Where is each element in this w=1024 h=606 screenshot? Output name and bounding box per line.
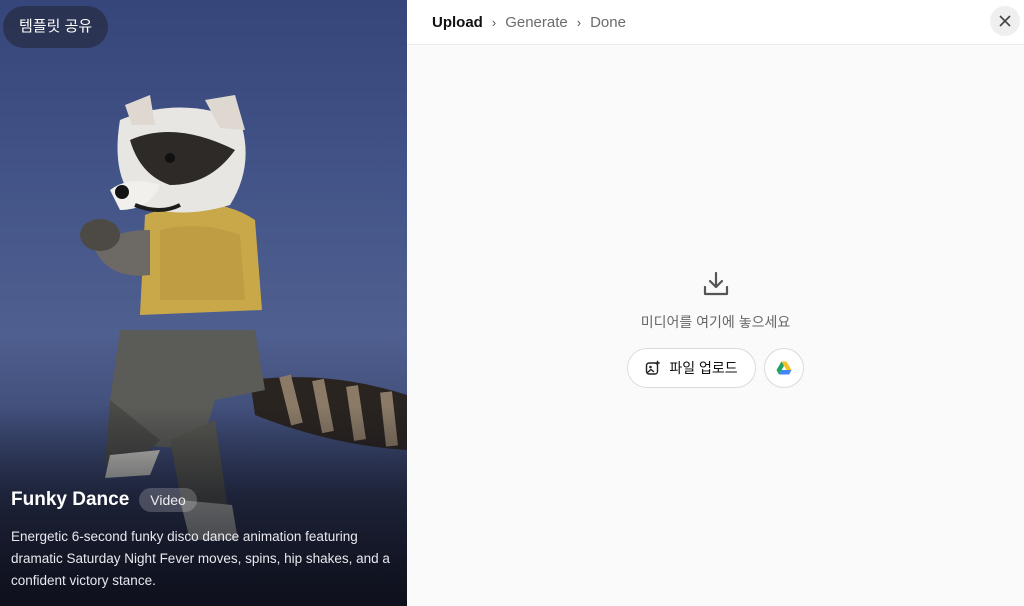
step-upload: Upload bbox=[432, 13, 483, 31]
template-description: Energetic 6-second funky disco dance ani… bbox=[11, 529, 390, 588]
template-title: Funky Dance bbox=[11, 489, 130, 510]
image-plus-icon bbox=[646, 360, 661, 375]
download-tray-icon bbox=[703, 271, 728, 296]
share-template-button[interactable]: 템플릿 공유 bbox=[3, 6, 109, 48]
breadcrumb-separator: › bbox=[576, 14, 582, 30]
upload-file-label: 파일 업로드 bbox=[669, 360, 738, 376]
google-drive-icon bbox=[776, 361, 792, 375]
template-preview: 템플릿 공유 Funky Dance Video Energetic 6-sec… bbox=[0, 0, 407, 606]
close-button[interactable] bbox=[990, 6, 1020, 36]
template-type-badge: Video bbox=[139, 488, 197, 512]
step-done: Done bbox=[590, 13, 626, 31]
google-drive-button[interactable] bbox=[763, 348, 804, 388]
drop-hint-text: 미디어를 여기에 놓으세요 bbox=[640, 314, 791, 330]
breadcrumb-separator: › bbox=[491, 14, 497, 30]
step-breadcrumb: Upload › Generate › Done bbox=[407, 0, 1024, 45]
drop-zone[interactable]: 미디어를 여기에 놓으세요 파일 업로드 bbox=[407, 270, 1024, 388]
upload-file-button[interactable]: 파일 업로드 bbox=[627, 348, 756, 388]
step-generate: Generate bbox=[505, 13, 568, 31]
template-meta: Funky Dance Video Energetic 6-second fun… bbox=[11, 488, 391, 592]
close-icon bbox=[999, 15, 1011, 27]
upload-panel: Upload › Generate › Done 미디어를 여기에 놓으세요 파… bbox=[407, 0, 1024, 606]
